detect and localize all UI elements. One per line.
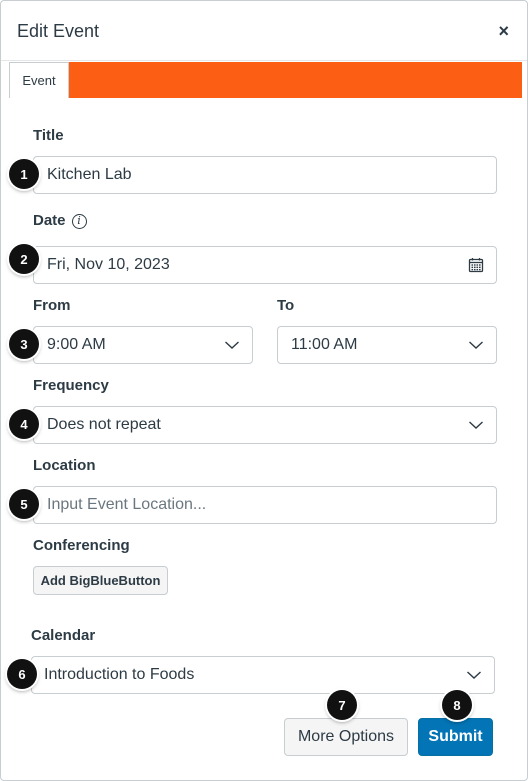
callout-badge-2: 2 xyxy=(9,244,39,274)
calendar-label: Calendar xyxy=(31,627,96,644)
date-input[interactable]: Fri, Nov 10, 2023 xyxy=(33,246,497,284)
callout-badge-3: 3 xyxy=(9,329,39,359)
chevron-down-icon xyxy=(467,671,481,679)
location-placeholder: Input Event Location... xyxy=(47,496,207,513)
title-label: Title xyxy=(33,127,64,144)
dialog-title: Edit Event xyxy=(17,21,100,41)
frequency-value: Does not repeat xyxy=(47,416,161,433)
callout-badge-6: 6 xyxy=(7,659,37,689)
from-label: From xyxy=(33,297,71,314)
edit-event-dialog: Edit Event × Event Title Kitchen Lab 1 D… xyxy=(0,0,528,781)
to-time-select[interactable]: 11:00 AM xyxy=(277,326,497,364)
submit-button[interactable]: Submit xyxy=(418,718,493,756)
to-time-value: 11:00 AM xyxy=(291,336,358,353)
info-icon[interactable]: i xyxy=(71,214,87,229)
calendar-select[interactable]: Introduction to Foods xyxy=(31,656,495,694)
callout-badge-1: 1 xyxy=(9,159,39,189)
location-label: Location xyxy=(33,457,96,474)
date-label-text: Date xyxy=(33,212,66,229)
to-label: To xyxy=(277,297,295,314)
title-input[interactable]: Kitchen Lab xyxy=(33,156,497,194)
title-input-value: Kitchen Lab xyxy=(47,166,132,183)
date-input-value: Fri, Nov 10, 2023 xyxy=(47,256,170,273)
callout-badge-7: 7 xyxy=(327,690,357,720)
add-bigbluebutton-button[interactable]: Add BigBlueButton xyxy=(33,566,168,595)
conferencing-label: Conferencing xyxy=(33,537,130,554)
chevron-down-icon xyxy=(469,421,483,429)
calendar-value: Introduction to Foods xyxy=(44,666,195,683)
tab-event[interactable]: Event xyxy=(9,62,69,98)
callout-badge-8: 8 xyxy=(442,690,472,720)
date-label: Date i xyxy=(33,212,87,229)
frequency-label: Frequency xyxy=(33,377,109,394)
tab-bar: Event xyxy=(9,62,522,98)
calendar-icon[interactable] xyxy=(468,257,484,273)
from-time-value: 9:00 AM xyxy=(47,336,106,353)
more-options-button[interactable]: More Options xyxy=(284,718,408,756)
chevron-down-icon xyxy=(469,341,483,349)
dialog-header: Edit Event × xyxy=(1,1,527,61)
from-time-select[interactable]: 9:00 AM xyxy=(33,326,253,364)
frequency-select[interactable]: Does not repeat xyxy=(33,406,497,444)
location-input[interactable]: Input Event Location... xyxy=(33,486,497,524)
close-icon[interactable]: × xyxy=(498,21,509,41)
callout-badge-5: 5 xyxy=(9,489,39,519)
callout-badge-4: 4 xyxy=(9,409,39,439)
chevron-down-icon xyxy=(225,341,239,349)
